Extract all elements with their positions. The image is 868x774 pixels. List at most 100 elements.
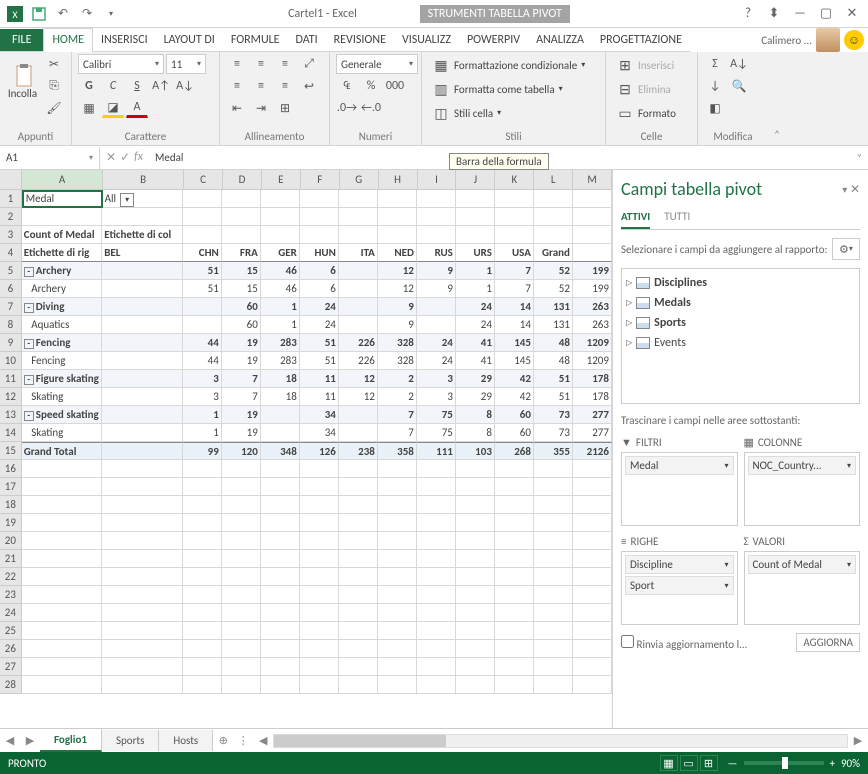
cell[interactable]: 2: [378, 370, 417, 388]
cell[interactable]: [495, 550, 534, 568]
cell[interactable]: RUS: [417, 244, 456, 262]
cell[interactable]: 7: [378, 424, 417, 442]
cell[interactable]: [22, 568, 103, 586]
cell[interactable]: 99: [183, 442, 222, 460]
cell[interactable]: [183, 226, 222, 244]
cell[interactable]: [534, 460, 573, 478]
delete-cells-button[interactable]: ⊟Elimina: [612, 78, 675, 100]
hscroll-right[interactable]: ▶: [848, 734, 868, 747]
cell[interactable]: 51: [300, 352, 339, 370]
cell[interactable]: [22, 514, 103, 532]
cell[interactable]: [300, 226, 339, 244]
view-pagebreak-icon[interactable]: ⊞: [700, 755, 718, 771]
cell[interactable]: [102, 370, 183, 388]
cell[interactable]: [300, 478, 339, 496]
cell[interactable]: [102, 460, 183, 478]
maximize-button[interactable]: ▢: [814, 3, 838, 25]
cell[interactable]: 19: [222, 352, 261, 370]
cell[interactable]: [534, 514, 573, 532]
cell[interactable]: [339, 676, 378, 694]
cell[interactable]: 51: [183, 262, 222, 280]
cell[interactable]: 11: [300, 370, 339, 388]
cell[interactable]: [339, 604, 378, 622]
cell[interactable]: [102, 388, 183, 406]
cell[interactable]: 1209: [573, 352, 612, 370]
autosum-icon[interactable]: Σ: [704, 54, 726, 74]
cell[interactable]: [534, 658, 573, 676]
cell[interactable]: [222, 658, 261, 676]
cell[interactable]: GER: [261, 244, 300, 262]
increase-indent-icon[interactable]: ⇥: [250, 98, 272, 118]
row-header[interactable]: 2: [0, 208, 22, 226]
cell[interactable]: [339, 478, 378, 496]
area-chip[interactable]: Discipline▾: [625, 555, 734, 574]
cell[interactable]: [417, 658, 456, 676]
row-header[interactable]: 7: [0, 298, 22, 316]
cell[interactable]: [300, 640, 339, 658]
cell[interactable]: [495, 478, 534, 496]
zoom-slider[interactable]: [744, 761, 824, 765]
cell[interactable]: [339, 532, 378, 550]
cell[interactable]: [573, 568, 612, 586]
expand-icon[interactable]: -: [24, 339, 34, 349]
cell[interactable]: [573, 460, 612, 478]
cell[interactable]: [300, 460, 339, 478]
user-name[interactable]: Calimero ...: [761, 34, 812, 47]
cell[interactable]: [102, 586, 183, 604]
col-header-D[interactable]: D: [223, 170, 262, 189]
cell[interactable]: [261, 424, 300, 442]
find-icon[interactable]: 🔍: [728, 76, 750, 96]
cell[interactable]: [22, 550, 103, 568]
cell[interactable]: 226: [339, 334, 378, 352]
cell[interactable]: [417, 298, 456, 316]
cell[interactable]: [300, 190, 339, 208]
cell[interactable]: [339, 190, 378, 208]
grow-font-icon[interactable]: A↑: [150, 76, 172, 96]
row-header[interactable]: 24: [0, 604, 22, 622]
merge-icon[interactable]: ⊞: [274, 98, 296, 118]
cell[interactable]: [417, 568, 456, 586]
cell[interactable]: 29: [456, 370, 495, 388]
cell[interactable]: [22, 460, 103, 478]
cell[interactable]: 41: [456, 334, 495, 352]
font-name-combo[interactable]: Calibri▾: [78, 54, 164, 74]
cell[interactable]: -Diving: [22, 298, 103, 316]
cell[interactable]: [222, 208, 261, 226]
row-header[interactable]: 1: [0, 190, 22, 208]
row-header[interactable]: 6: [0, 280, 22, 298]
cell[interactable]: [339, 550, 378, 568]
cell[interactable]: 9: [378, 298, 417, 316]
cell[interactable]: [22, 658, 103, 676]
cell[interactable]: [495, 460, 534, 478]
cell[interactable]: 1: [183, 424, 222, 442]
cell[interactable]: [339, 208, 378, 226]
cell[interactable]: 24: [456, 298, 495, 316]
cell[interactable]: [456, 568, 495, 586]
cell[interactable]: [102, 262, 183, 280]
cell[interactable]: [339, 406, 378, 424]
wrap-icon[interactable]: ↩: [298, 76, 320, 96]
cell[interactable]: 238: [339, 442, 378, 460]
cell[interactable]: 283: [261, 334, 300, 352]
tab-data[interactable]: DATI: [288, 29, 326, 52]
sheet-tab-1[interactable]: Foglio1: [40, 729, 102, 752]
insert-cells-button[interactable]: ⊞Inserisci: [612, 54, 678, 76]
row-header[interactable]: 12: [0, 388, 22, 406]
cell[interactable]: [378, 676, 417, 694]
col-header-J[interactable]: J: [456, 170, 495, 189]
cell[interactable]: [417, 586, 456, 604]
sheet-tab-2[interactable]: Sports: [102, 730, 159, 751]
cell[interactable]: [534, 190, 573, 208]
dec-decimal-icon[interactable]: ←.0: [360, 98, 382, 118]
formula-input[interactable]: Medal Barra della formula: [149, 151, 851, 164]
hscroll-left[interactable]: ◀: [253, 734, 273, 747]
cell[interactable]: [495, 568, 534, 586]
collapse-ribbon-icon[interactable]: ˄: [774, 128, 780, 141]
cell[interactable]: 75: [417, 424, 456, 442]
cell[interactable]: 46: [261, 262, 300, 280]
cell[interactable]: [261, 226, 300, 244]
col-header-C[interactable]: C: [184, 170, 223, 189]
format-table-button[interactable]: ▥Formatta come tabella▾: [428, 78, 567, 100]
cell[interactable]: 48: [534, 334, 573, 352]
cell[interactable]: [378, 514, 417, 532]
